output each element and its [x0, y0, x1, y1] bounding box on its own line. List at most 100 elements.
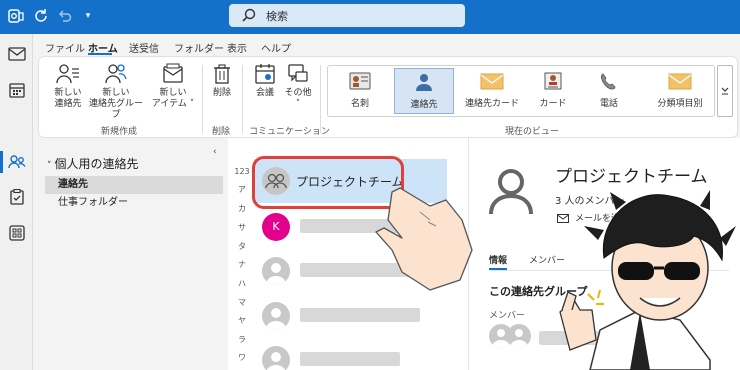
contact-title: プロジェクトチーム [555, 167, 708, 187]
alpha-index-item[interactable]: ナ [234, 259, 250, 270]
blurred-name [300, 308, 420, 322]
view-contact-card[interactable]: 連絡先カード [456, 68, 528, 114]
contact-row[interactable]: K [254, 205, 447, 249]
tab-folder[interactable]: フォルダー [174, 40, 224, 55]
tab-file[interactable]: ファイル [45, 40, 85, 55]
view-by-category[interactable]: 分類項目別 [646, 68, 714, 114]
alpha-index-item[interactable]: ハ [234, 278, 250, 289]
new-contact-group-icon [105, 64, 127, 84]
contact-person-icon [416, 74, 432, 91]
ribbon-separator [320, 65, 321, 133]
tab-send-receive[interactable]: 送受信 [129, 40, 159, 55]
person-avatar-icon [262, 257, 290, 285]
mail-icon[interactable] [7, 44, 27, 64]
view-business-card[interactable]: 名刺 [330, 68, 390, 114]
search-box[interactable]: 検索 [229, 4, 465, 27]
delete-label: 削除 [212, 88, 231, 98]
collapse-pane-button[interactable]: ‹ [213, 147, 217, 157]
new-contact-icon [56, 64, 79, 84]
alpha-index-item[interactable]: ワ [234, 352, 250, 363]
quick-access-dropdown-icon[interactable]: ▾ [80, 8, 96, 24]
search-icon [241, 7, 257, 23]
alpha-index-item[interactable]: ラ [234, 334, 250, 345]
tab-members[interactable]: メンバー [529, 253, 565, 266]
ribbon: 新しい 連絡先 新しい 連絡先グループ 新しい アイテム ˅ 新規作成 削除 削… [38, 56, 738, 138]
highlight-ring [252, 156, 404, 209]
new-contact-button[interactable]: 新しい 連絡先 [49, 63, 87, 110]
meeting-button[interactable]: 会議 [249, 63, 281, 99]
group-label-current-view: 現在のビュー [505, 127, 560, 137]
blurred-name [300, 263, 410, 277]
other-label: その他 [284, 88, 312, 98]
chevron-down-icon: ˅ [47, 161, 52, 171]
view-contact[interactable]: 連絡先 [394, 68, 454, 114]
new-item-button[interactable]: 新しい アイテム ˅ [149, 63, 197, 110]
apps-icon[interactable] [7, 223, 27, 243]
ribbon-separator [242, 65, 243, 133]
tab-view[interactable]: 表示 [227, 40, 247, 55]
view-label: 電話 [599, 99, 618, 109]
tab-help[interactable]: ヘルプ [261, 40, 291, 55]
view-gallery-more-button[interactable] [717, 65, 733, 117]
tab-home-underline [88, 53, 112, 55]
tasks-icon[interactable] [7, 187, 27, 207]
mail-icon [557, 214, 569, 223]
new-item-icon [163, 63, 183, 83]
member-avatar-icon[interactable] [507, 324, 531, 348]
new-contact-label-2: 連絡先 [54, 99, 82, 109]
folder-group-label: 個人用の連絡先 [54, 157, 139, 171]
business-card-icon [349, 72, 371, 90]
view-label: 連絡先カード [464, 99, 519, 109]
new-group-label-1: 新しい [102, 88, 130, 98]
folder-item-work[interactable]: 仕事フォルダー [45, 194, 223, 212]
delete-button[interactable]: 削除 [207, 63, 237, 99]
contact-row[interactable] [254, 249, 447, 293]
view-label: 分類項目別 [657, 99, 703, 109]
blurred-name [300, 219, 430, 233]
outlook-logo-icon [8, 8, 24, 24]
contact-detail-pane: プロジェクトチーム 3 人のメンバー メールを送信 情報 メンバー この連絡先グ… [468, 138, 740, 370]
undo-icon[interactable] [57, 8, 73, 24]
view-label: 連絡先 [410, 100, 438, 110]
rail-active-indicator [0, 151, 3, 173]
alpha-index-item[interactable]: 123 [234, 167, 250, 176]
tab-info[interactable]: 情報 [489, 253, 507, 266]
section-heading: この連絡先グループ [489, 285, 588, 298]
envelope-icon [480, 73, 504, 90]
new-group-label-2: 連絡先グループ [88, 99, 143, 120]
view-phone[interactable]: 電話 [584, 68, 634, 114]
other-button[interactable]: その他 ˅ [283, 63, 313, 110]
new-contact-group-button[interactable]: 新しい 連絡先グループ [87, 63, 145, 121]
new-item-label-1: 新しい [159, 88, 187, 98]
contact-row[interactable] [254, 338, 447, 370]
navigation-rail [0, 34, 33, 370]
chevron-down-icon [721, 87, 729, 95]
alpha-index-item[interactable]: サ [234, 222, 250, 233]
folder-group-header[interactable]: ˅ 個人用の連絡先 [47, 155, 139, 172]
group-label-delete: 削除 [212, 127, 231, 137]
view-label: 名刺 [350, 99, 369, 109]
group-large-avatar-icon [483, 162, 539, 218]
calendar-icon[interactable] [7, 80, 27, 100]
contact-row[interactable] [254, 294, 447, 338]
people-icon[interactable] [7, 152, 27, 172]
send-mail-button[interactable]: メールを送信 [557, 211, 629, 224]
folder-item-contacts[interactable]: 連絡先 [45, 176, 223, 194]
alpha-index-item[interactable]: タ [234, 241, 250, 252]
alpha-index-item[interactable]: ヤ [234, 315, 250, 326]
category-envelope-icon [668, 73, 692, 90]
ribbon-separator [202, 65, 203, 133]
send-mail-label: メールを送信 [575, 214, 630, 224]
alpha-index-item[interactable]: マ [234, 297, 250, 308]
group-label-new: 新規作成 [101, 127, 138, 137]
initial-avatar: K [262, 213, 290, 241]
new-item-label-2: アイテム ˅ [151, 99, 195, 109]
blurred-name [300, 352, 400, 366]
view-card[interactable]: カード [528, 68, 578, 114]
sync-icon[interactable] [33, 8, 49, 24]
folder-pane: ‹ ˅ 個人用の連絡先 連絡先 仕事フォルダー [33, 138, 228, 370]
chat-icon [288, 64, 308, 82]
ribbon-tabs: ファイル ホーム 送受信 フォルダー 表示 ヘルプ [33, 34, 740, 56]
alpha-index-item[interactable]: ア [234, 184, 250, 195]
alpha-index-item[interactable]: カ [234, 203, 250, 214]
